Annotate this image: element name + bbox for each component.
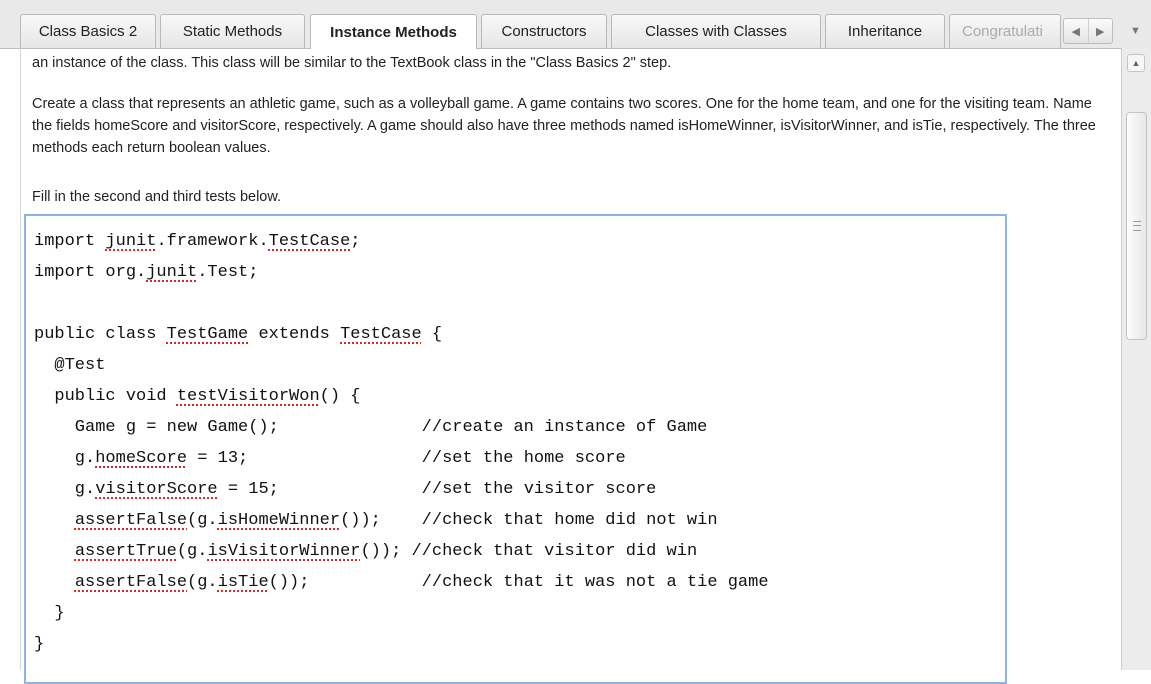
misspelled-word: assertTrue [74, 542, 177, 561]
code-line: assertTrue(g.isVisitorWinner()); //check… [74, 542, 698, 561]
misspelled-word: assertFalse [74, 573, 188, 592]
misspelled-word: testVisitorWon [176, 387, 320, 406]
app-window: Class Basics 2 Static Methods Instance M… [0, 0, 1151, 684]
tab-class-basics-2[interactable]: Class Basics 2 [20, 14, 156, 48]
code-line: } [34, 635, 45, 654]
misspelled-word: isVisitorWinner [207, 542, 361, 561]
code-line: Game g = new Game(); //create an instanc… [34, 418, 708, 437]
scrollbar-thumb[interactable] [1126, 112, 1147, 340]
tab-static-methods[interactable]: Static Methods [160, 14, 305, 48]
misspelled-word: assertFalse [74, 511, 188, 530]
code-line: assertFalse(g.isHomeWinner()); //check t… [74, 511, 718, 530]
code-line: g.homeScore = 13; //set the home score [34, 449, 626, 468]
misspelled-word: visitorScore [95, 480, 218, 499]
instructions-panel: an instance of the class. This class wil… [20, 48, 1119, 684]
misspelled-word: TestCase [340, 325, 422, 344]
instructions-paragraph: an instance of the class. This class wil… [32, 55, 672, 71]
misspelled-word: homeScore [95, 449, 188, 468]
tab-congratulations[interactable]: Congratulati [949, 14, 1061, 48]
misspelled-word: isHomeWinner [217, 511, 341, 530]
chevron-right-icon[interactable]: ▶ [1087, 19, 1113, 43]
tab-inheritance[interactable]: Inheritance [825, 14, 945, 48]
misspelled-word: isTie [217, 573, 269, 592]
instructions-paragraph: Fill in the second and third tests below… [32, 189, 282, 205]
code-line: @Test [34, 356, 106, 375]
chevron-left-icon[interactable]: ◀ [1064, 19, 1088, 43]
tab-constructors[interactable]: Constructors [481, 14, 607, 48]
vertical-scrollbar[interactable]: ▲ [1121, 48, 1151, 670]
tab-instance-methods[interactable]: Instance Methods [310, 14, 477, 49]
misspelled-word: TestCase [268, 232, 351, 251]
misspelled-word: junit [146, 263, 198, 282]
misspelled-word: junit [105, 232, 157, 251]
code-line: assertFalse(g.isTie()); //check that it … [74, 573, 769, 592]
code-editor[interactable]: import junit.framework.TestCase; import o… [24, 214, 1007, 684]
code-text[interactable]: import junit.framework.TestCase; import o… [26, 216, 1005, 660]
code-line: public class TestGame extends TestCase { [34, 325, 443, 344]
code-line: import junit.framework.TestCase; [34, 232, 361, 251]
tab-scroll-buttons: ◀ ▶ [1063, 18, 1113, 44]
chevron-up-icon[interactable]: ▲ [1127, 54, 1145, 72]
chevron-down-icon[interactable]: ▼ [1120, 14, 1151, 48]
tab-classes-with-classes[interactable]: Classes with Classes [611, 14, 821, 48]
code-line: public void testVisitorWon() { [34, 387, 361, 406]
code-line: import org.junit.Test; [34, 263, 259, 282]
code-line: g.visitorScore = 15; //set the visitor s… [34, 480, 657, 499]
misspelled-word: TestGame [166, 325, 249, 344]
tab-bar: Class Basics 2 Static Methods Instance M… [0, 0, 1151, 49]
instructions-paragraph: Create a class that represents an athlet… [32, 96, 1096, 156]
grip-icon [1133, 221, 1141, 231]
code-line: } [34, 604, 65, 623]
